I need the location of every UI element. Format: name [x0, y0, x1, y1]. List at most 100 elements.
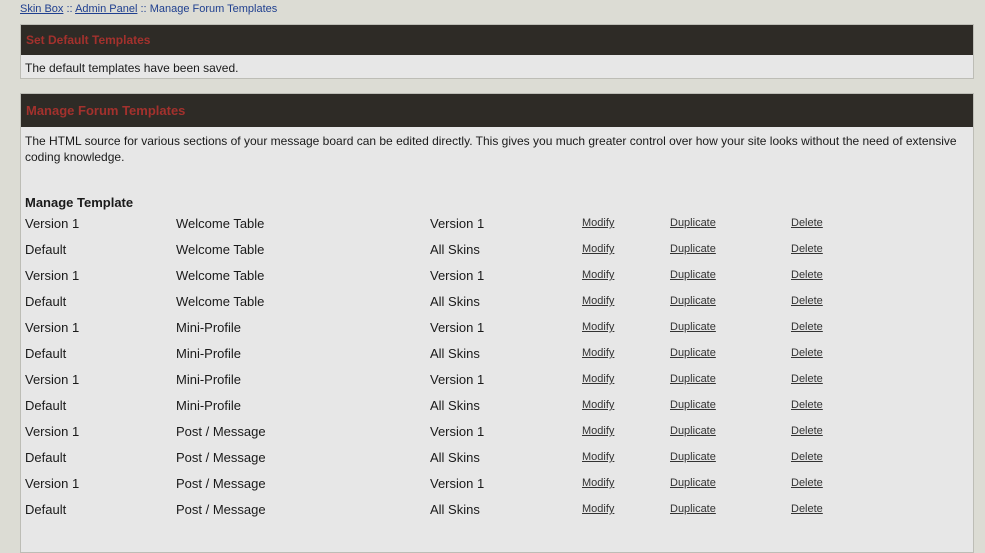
modify-link[interactable]: Modify — [582, 477, 614, 489]
table-row: Version 1 Post / Message Version 1 Modify Du… — [25, 471, 965, 497]
table-row: Version 1 Post / Message Version 1 Modify Du… — [25, 419, 965, 445]
template-skin: Version 1 — [430, 372, 485, 387]
duplicate-link[interactable]: Duplicate — [670, 243, 716, 255]
template-type-cell: Welcome Table — [176, 216, 264, 232]
saved-message: The default templates have been saved. — [25, 61, 239, 75]
delete-link-cell: Delete — [791, 345, 823, 361]
delete-link[interactable]: Delete — [791, 321, 823, 333]
template-type: Post / Message — [176, 424, 266, 439]
table-row: Default Mini-Profile All Skins Modify Duplic… — [25, 393, 965, 419]
template-version: Version 1 — [25, 268, 80, 283]
template-type-cell: Post / Message — [176, 450, 266, 466]
delete-link[interactable]: Delete — [791, 295, 823, 307]
template-version: Version 1 — [25, 320, 80, 335]
template-skin: Version 1 — [430, 216, 485, 231]
template-skin: Version 1 — [430, 476, 485, 491]
delete-link[interactable]: Delete — [791, 451, 823, 463]
manage-templates-panel: Manage Forum Templates The HTML source f… — [20, 93, 974, 553]
delete-link[interactable]: Delete — [791, 243, 823, 255]
modify-link[interactable]: Modify — [582, 217, 614, 229]
modify-link[interactable]: Modify — [582, 321, 614, 333]
default-templates-title: Set Default Templates — [21, 25, 973, 55]
template-type: Mini-Profile — [176, 346, 242, 361]
delete-link-cell: Delete — [791, 501, 823, 517]
breadcrumb-link-skin-box[interactable]: Skin Box — [20, 3, 63, 15]
duplicate-link-cell: Duplicate — [670, 371, 716, 387]
template-skin: All Skins — [430, 398, 480, 413]
delete-link-cell: Delete — [791, 371, 823, 387]
delete-link[interactable]: Delete — [791, 269, 823, 281]
duplicate-link[interactable]: Duplicate — [670, 347, 716, 359]
template-version-cell: Default — [25, 398, 66, 414]
template-type: Post / Message — [176, 450, 266, 465]
duplicate-link[interactable]: Duplicate — [670, 295, 716, 307]
template-skin-cell: All Skins — [430, 294, 480, 310]
delete-link[interactable]: Delete — [791, 347, 823, 359]
modify-link[interactable]: Modify — [582, 451, 614, 463]
modify-link[interactable]: Modify — [582, 425, 614, 437]
breadcrumb-separator: :: — [140, 3, 147, 15]
delete-link[interactable]: Delete — [791, 477, 823, 489]
template-version-cell: Version 1 — [25, 268, 79, 284]
modify-link[interactable]: Modify — [582, 503, 614, 515]
duplicate-link-cell: Duplicate — [670, 345, 716, 361]
delete-link[interactable]: Delete — [791, 425, 823, 437]
default-templates-panel: Set Default Templates The default templa… — [20, 24, 974, 79]
modify-link-cell: Modify — [582, 267, 614, 283]
duplicate-link[interactable]: Duplicate — [670, 477, 716, 489]
modify-link[interactable]: Modify — [582, 243, 614, 255]
duplicate-link[interactable]: Duplicate — [670, 269, 716, 281]
table-row: Version 1 Welcome Table Version 1 Modify Dup… — [25, 211, 965, 237]
delete-link[interactable]: Delete — [791, 399, 823, 411]
breadcrumb: Skin Box :: Admin Panel :: Manage Forum … — [20, 3, 277, 16]
table-row: Default Welcome Table All Skins Modify Dupli… — [25, 289, 965, 315]
template-version-cell: Default — [25, 346, 66, 362]
duplicate-link[interactable]: Duplicate — [670, 217, 716, 229]
delete-link-cell: Delete — [791, 241, 823, 257]
duplicate-link[interactable]: Duplicate — [670, 425, 716, 437]
modify-link[interactable]: Modify — [582, 373, 614, 385]
delete-link[interactable]: Delete — [791, 373, 823, 385]
template-type-cell: Mini-Profile — [176, 346, 241, 362]
breadcrumb-link-admin-panel[interactable]: Admin Panel — [75, 3, 137, 15]
template-type-cell: Post / Message — [176, 502, 266, 518]
delete-link[interactable]: Delete — [791, 503, 823, 515]
modify-link[interactable]: Modify — [582, 269, 614, 281]
delete-link-cell: Delete — [791, 397, 823, 413]
delete-link[interactable]: Delete — [791, 217, 823, 229]
template-type-cell: Post / Message — [176, 424, 266, 440]
template-type-cell: Post / Message — [176, 476, 266, 492]
duplicate-link[interactable]: Duplicate — [670, 399, 716, 411]
duplicate-link[interactable]: Duplicate — [670, 451, 716, 463]
modify-link-cell: Modify — [582, 423, 614, 439]
duplicate-link-cell: Duplicate — [670, 475, 716, 491]
modify-link-cell: Modify — [582, 397, 614, 413]
template-version: Default — [25, 450, 67, 465]
duplicate-link-cell: Duplicate — [670, 501, 716, 517]
breadcrumb-current: Manage Forum Templates — [149, 3, 278, 15]
duplicate-link-cell: Duplicate — [670, 319, 716, 335]
duplicate-link-cell: Duplicate — [670, 449, 716, 465]
duplicate-link-cell: Duplicate — [670, 215, 716, 231]
template-type: Welcome Table — [176, 242, 265, 257]
table-row: Version 1 Mini-Profile Version 1 Modify Dupl… — [25, 367, 965, 393]
template-version-cell: Version 1 — [25, 216, 79, 232]
modify-link-cell: Modify — [582, 319, 614, 335]
delete-link-cell: Delete — [791, 423, 823, 439]
template-type: Mini-Profile — [176, 398, 242, 413]
modify-link[interactable]: Modify — [582, 399, 614, 411]
modify-link[interactable]: Modify — [582, 347, 614, 359]
intro-text: The HTML source for various sections of … — [25, 134, 957, 164]
template-skin: All Skins — [430, 450, 480, 465]
template-skin-cell: Version 1 — [430, 476, 484, 492]
delete-link-cell: Delete — [791, 475, 823, 491]
modify-link-cell: Modify — [582, 475, 614, 491]
template-skin: All Skins — [430, 294, 480, 309]
modify-link-cell: Modify — [582, 449, 614, 465]
duplicate-link[interactable]: Duplicate — [670, 503, 716, 515]
template-skin-cell: All Skins — [430, 242, 480, 258]
modify-link-cell: Modify — [582, 215, 614, 231]
duplicate-link[interactable]: Duplicate — [670, 321, 716, 333]
modify-link[interactable]: Modify — [582, 295, 614, 307]
duplicate-link[interactable]: Duplicate — [670, 373, 716, 385]
